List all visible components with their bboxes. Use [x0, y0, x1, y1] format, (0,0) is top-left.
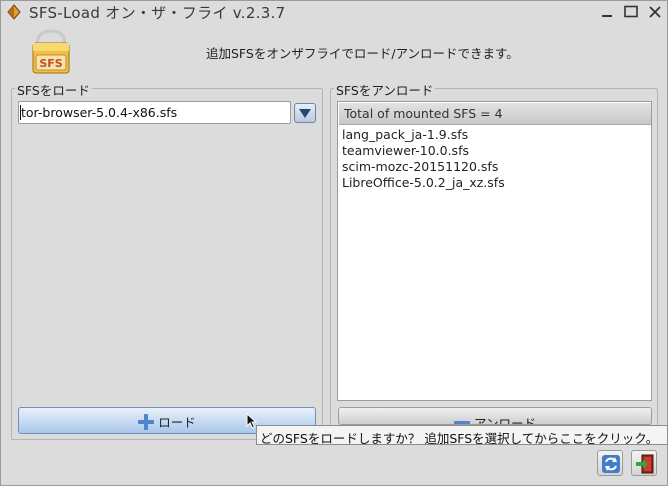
minus-icon	[453, 415, 470, 424]
app-icon	[7, 4, 21, 20]
list-item[interactable]: LibreOffice-5.0.2_ja_xz.sfs	[342, 175, 505, 191]
title-bar[interactable]: SFS-Load オン・ザ・フライ v.2.3.7	[1, 1, 667, 23]
maximize-icon[interactable]	[622, 4, 640, 20]
refresh-icon	[602, 455, 620, 473]
sfs-load-window: SFS-Load オン・ザ・フライ v.2.3.7 SFS 追加SFSをオンザフ…	[0, 0, 668, 486]
minimize-icon[interactable]	[598, 4, 616, 20]
list-header-text: Total of mounted SFS = 4	[344, 106, 503, 121]
combo-dropdown-button[interactable]	[294, 103, 316, 123]
refresh-button[interactable]	[597, 450, 623, 476]
close-icon[interactable]	[646, 4, 664, 20]
list-column-header[interactable]: Total of mounted SFS = 4	[339, 103, 651, 125]
sfs-select-combo[interactable]: tor-browser-5.0.4-x86.sfs	[18, 101, 291, 124]
load-button-tooltip: どのSFSをロードしますか？ 追加SFSを選択してからここをクリック。	[256, 425, 668, 445]
plus-icon	[138, 414, 155, 430]
quit-button[interactable]	[631, 450, 657, 476]
unload-button[interactable]: アンロード	[338, 407, 652, 425]
window-title: SFS-Load オン・ザ・フライ v.2.3.7	[29, 4, 286, 22]
logo-text: SFS	[39, 57, 62, 70]
load-group: SFSをロード	[11, 80, 323, 440]
sfs-package-logo: SFS	[32, 29, 70, 74]
mounted-sfs-list[interactable]: Total of mounted SFS = 4 lang_pack_ja-1.…	[337, 101, 652, 401]
combo-value[interactable]: tor-browser-5.0.4-x86.sfs	[21, 105, 177, 120]
mouse-cursor-icon	[246, 413, 258, 429]
list-item[interactable]: scim-mozc-20151120.sfs	[342, 159, 505, 175]
exit-icon	[636, 454, 654, 474]
list-item[interactable]: lang_pack_ja-1.9.sfs	[342, 127, 505, 143]
load-button-label: ロード	[158, 415, 196, 430]
header-description: 追加SFSをオンザフライでロード/アンロードできます。	[206, 46, 519, 61]
unload-group-title: SFSをアンロード	[334, 80, 436, 99]
load-group-title: SFSをロード	[15, 80, 92, 99]
unload-button-label: アンロード	[473, 416, 536, 425]
list-items: lang_pack_ja-1.9.sfs teamviewer-10.0.sfs…	[342, 127, 505, 191]
list-item[interactable]: teamviewer-10.0.sfs	[342, 143, 505, 159]
chevron-down-icon	[299, 109, 311, 118]
